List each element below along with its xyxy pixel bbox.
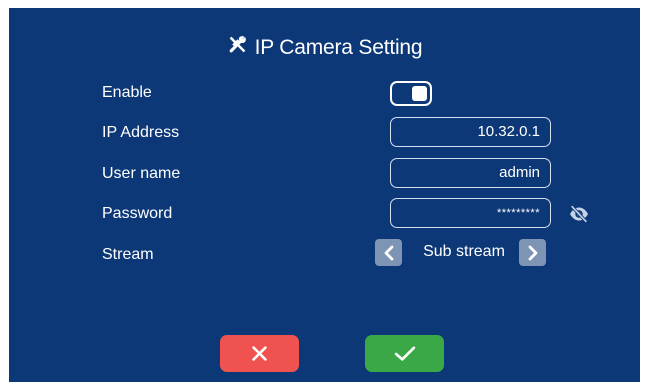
tools-icon xyxy=(227,34,248,61)
stream-prev-button[interactable] xyxy=(375,239,402,266)
stream-label: Stream xyxy=(102,246,154,263)
password-field[interactable]: ********* xyxy=(390,198,551,228)
chevron-left-icon xyxy=(384,245,393,260)
toggle-knob xyxy=(412,86,427,101)
stream-value: Sub stream xyxy=(423,243,505,260)
password-label: Password xyxy=(102,205,173,222)
user-name-field[interactable]: admin xyxy=(390,158,551,188)
ip-address-label: IP Address xyxy=(102,124,180,141)
eye-slash-icon[interactable] xyxy=(569,205,589,223)
confirm-button[interactable] xyxy=(365,335,444,372)
page-title-text: IP Camera Setting xyxy=(254,35,423,59)
page-title: IP Camera Setting xyxy=(9,34,640,61)
cancel-button[interactable] xyxy=(220,335,299,372)
enable-toggle[interactable] xyxy=(390,81,432,106)
ip-address-field[interactable]: 10.32.0.1 xyxy=(390,117,551,147)
user-name-label: User name xyxy=(102,165,181,182)
stream-next-button[interactable] xyxy=(519,239,546,266)
close-icon xyxy=(252,346,267,361)
chevron-right-icon xyxy=(528,245,537,260)
ip-camera-setting-panel: IP Camera Setting Enable IP Address 10.3… xyxy=(9,8,640,382)
check-icon xyxy=(394,345,415,361)
enable-label: Enable xyxy=(102,84,152,101)
